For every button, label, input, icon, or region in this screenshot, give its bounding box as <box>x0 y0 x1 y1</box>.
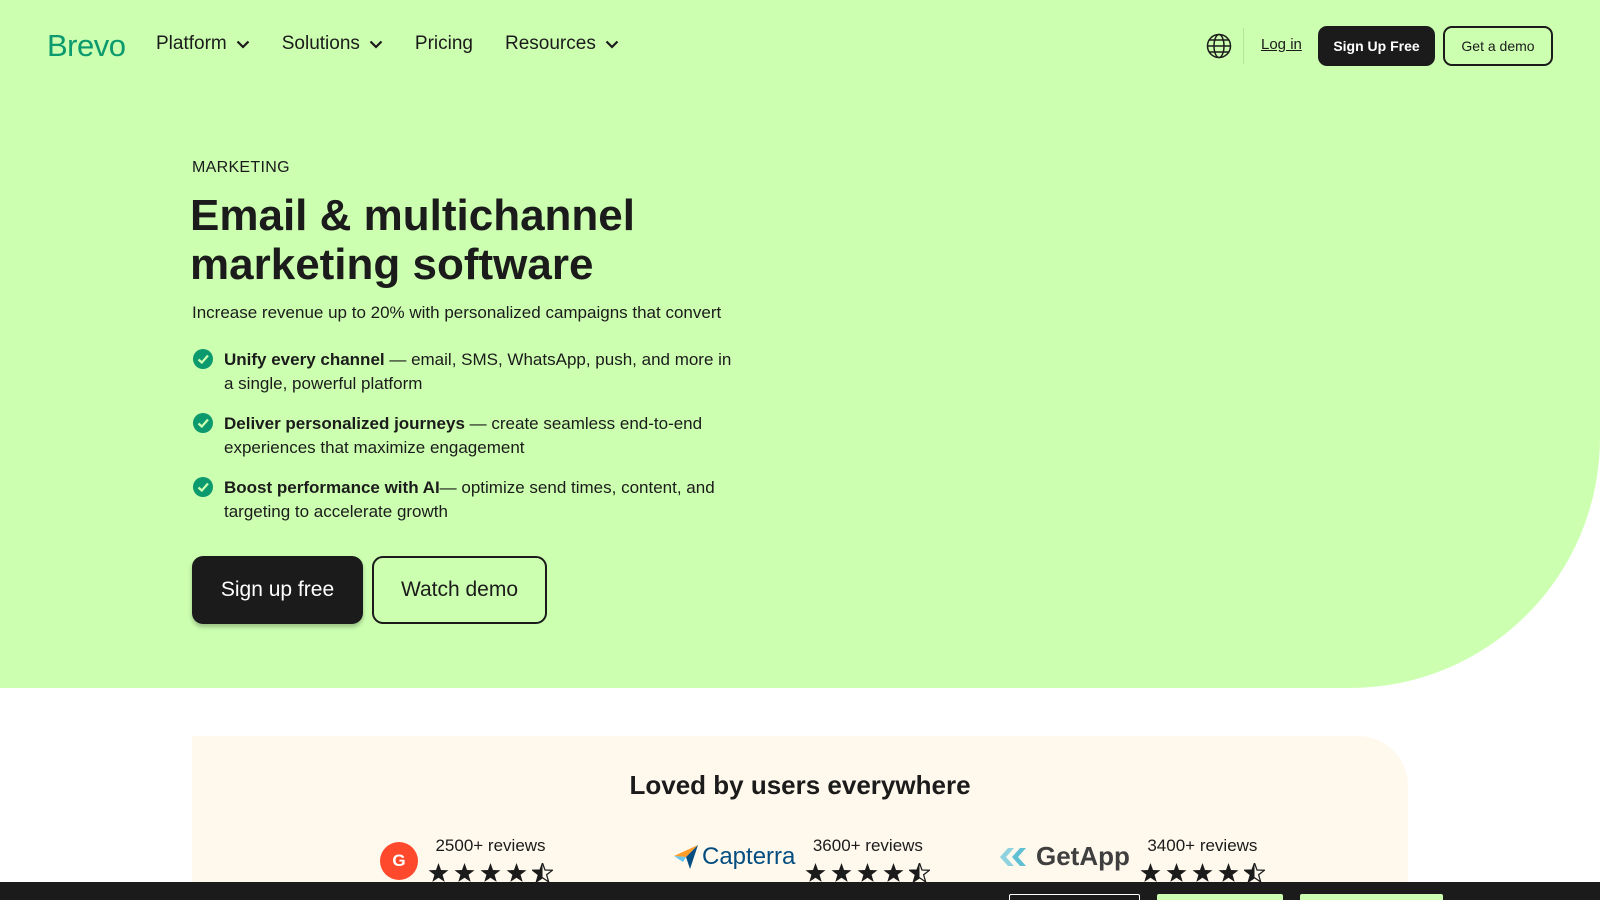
star-icon <box>428 863 449 882</box>
nav-pricing[interactable]: Pricing <box>415 33 473 55</box>
half-star-icon <box>532 863 553 883</box>
review-getapp[interactable]: GetApp 3400+ reviews <box>998 836 1265 883</box>
chevron-down-icon <box>369 40 383 49</box>
review-capterra[interactable]: Capterra 3600+ reviews <box>673 836 931 883</box>
feature-list: Unify every channel — email, SMS, WhatsA… <box>192 348 732 540</box>
hero-cta-row: Sign up free Watch demo <box>192 556 547 624</box>
check-circle-icon <box>193 413 213 433</box>
capterra-wordmark: Capterra <box>702 843 796 870</box>
reviews-section: Loved by users everywhere G 2500+ review… <box>192 736 1408 900</box>
feature-title: Boost performance with AI <box>224 478 440 497</box>
sign-up-free-button[interactable]: Sign up free <box>192 556 363 624</box>
watch-demo-button[interactable]: Watch demo <box>372 556 547 624</box>
feature-text: Unify every channel — email, SMS, WhatsA… <box>224 348 732 396</box>
cookie-accept-button[interactable] <box>1300 894 1443 900</box>
review-count: 2500+ reviews <box>435 836 546 855</box>
check-circle-icon <box>193 477 213 497</box>
star-rating <box>1140 863 1265 883</box>
feature-title: Unify every channel <box>224 350 385 369</box>
nav-resources-label: Resources <box>505 33 596 54</box>
half-star-icon <box>909 863 931 883</box>
review-details: 2500+ reviews <box>428 836 553 883</box>
star-icon <box>857 863 878 882</box>
signup-button[interactable]: Sign Up Free <box>1318 26 1435 66</box>
top-nav: Brevo Platform Solutions Pricing Resourc… <box>0 0 1600 92</box>
hero-subline: Increase revenue up to 20% with personal… <box>192 303 722 322</box>
cookie-banner <box>0 882 1600 900</box>
hero-eyebrow: MARKETING <box>192 159 290 176</box>
feature-title: Deliver personalized journeys <box>224 414 465 433</box>
nav-divider <box>1243 28 1244 64</box>
nav-platform[interactable]: Platform <box>156 33 250 55</box>
globe-icon[interactable] <box>1206 33 1232 59</box>
main-menu: Platform Solutions Pricing Resources <box>156 33 619 55</box>
star-icon <box>883 863 904 882</box>
star-icon <box>1192 863 1213 882</box>
chevron-down-icon <box>236 40 250 49</box>
nav-pricing-label: Pricing <box>414 33 473 54</box>
list-item: Boost performance with AI— optimize send… <box>192 476 732 524</box>
getapp-logo: GetApp <box>998 841 1130 872</box>
list-item: Deliver personalized journeys — create s… <box>192 412 732 460</box>
feature-text: Boost performance with AI— optimize send… <box>224 476 732 524</box>
star-rating <box>805 863 931 883</box>
feature-text: Deliver personalized journeys — create s… <box>224 412 732 460</box>
capterra-logo: Capterra <box>673 843 795 871</box>
review-g2[interactable]: G 2500+ reviews <box>380 836 553 883</box>
star-icon <box>1166 863 1187 882</box>
nav-resources[interactable]: Resources <box>505 33 619 55</box>
g2-logo: G <box>380 842 418 880</box>
nav-solutions[interactable]: Solutions <box>282 33 383 55</box>
hero-headline: Email & multichannel marketing software <box>190 191 635 289</box>
star-icon <box>454 863 475 882</box>
reviews-title: Loved by users everywhere <box>629 770 971 800</box>
chevron-down-icon <box>605 40 619 49</box>
nav-solutions-label: Solutions <box>281 33 360 54</box>
star-icon <box>1218 863 1239 882</box>
get-demo-button[interactable]: Get a demo <box>1443 26 1553 66</box>
getapp-chevrons-icon <box>1000 847 1026 866</box>
review-count: 3400+ reviews <box>1147 836 1258 855</box>
login-link[interactable]: Log in <box>1261 36 1302 53</box>
review-details: 3600+ reviews <box>805 836 931 883</box>
review-details: 3400+ reviews <box>1140 836 1265 883</box>
cookie-reject-button[interactable] <box>1157 894 1283 900</box>
nav-platform-label: Platform <box>156 33 227 54</box>
capterra-arrow-icon <box>674 845 698 869</box>
cookie-settings-button[interactable] <box>1009 894 1140 900</box>
list-item: Unify every channel — email, SMS, WhatsA… <box>192 348 732 396</box>
getapp-wordmark: GetApp <box>1036 841 1130 871</box>
star-icon <box>805 863 826 882</box>
star-rating <box>428 863 553 883</box>
star-icon <box>506 863 527 882</box>
star-icon <box>1140 863 1161 882</box>
check-circle-icon <box>193 349 213 369</box>
star-icon <box>831 863 852 882</box>
star-icon <box>480 863 501 882</box>
review-count: 3600+ reviews <box>812 836 923 855</box>
brevo-logo[interactable]: Brevo <box>47 28 126 64</box>
half-star-icon <box>1243 863 1265 883</box>
